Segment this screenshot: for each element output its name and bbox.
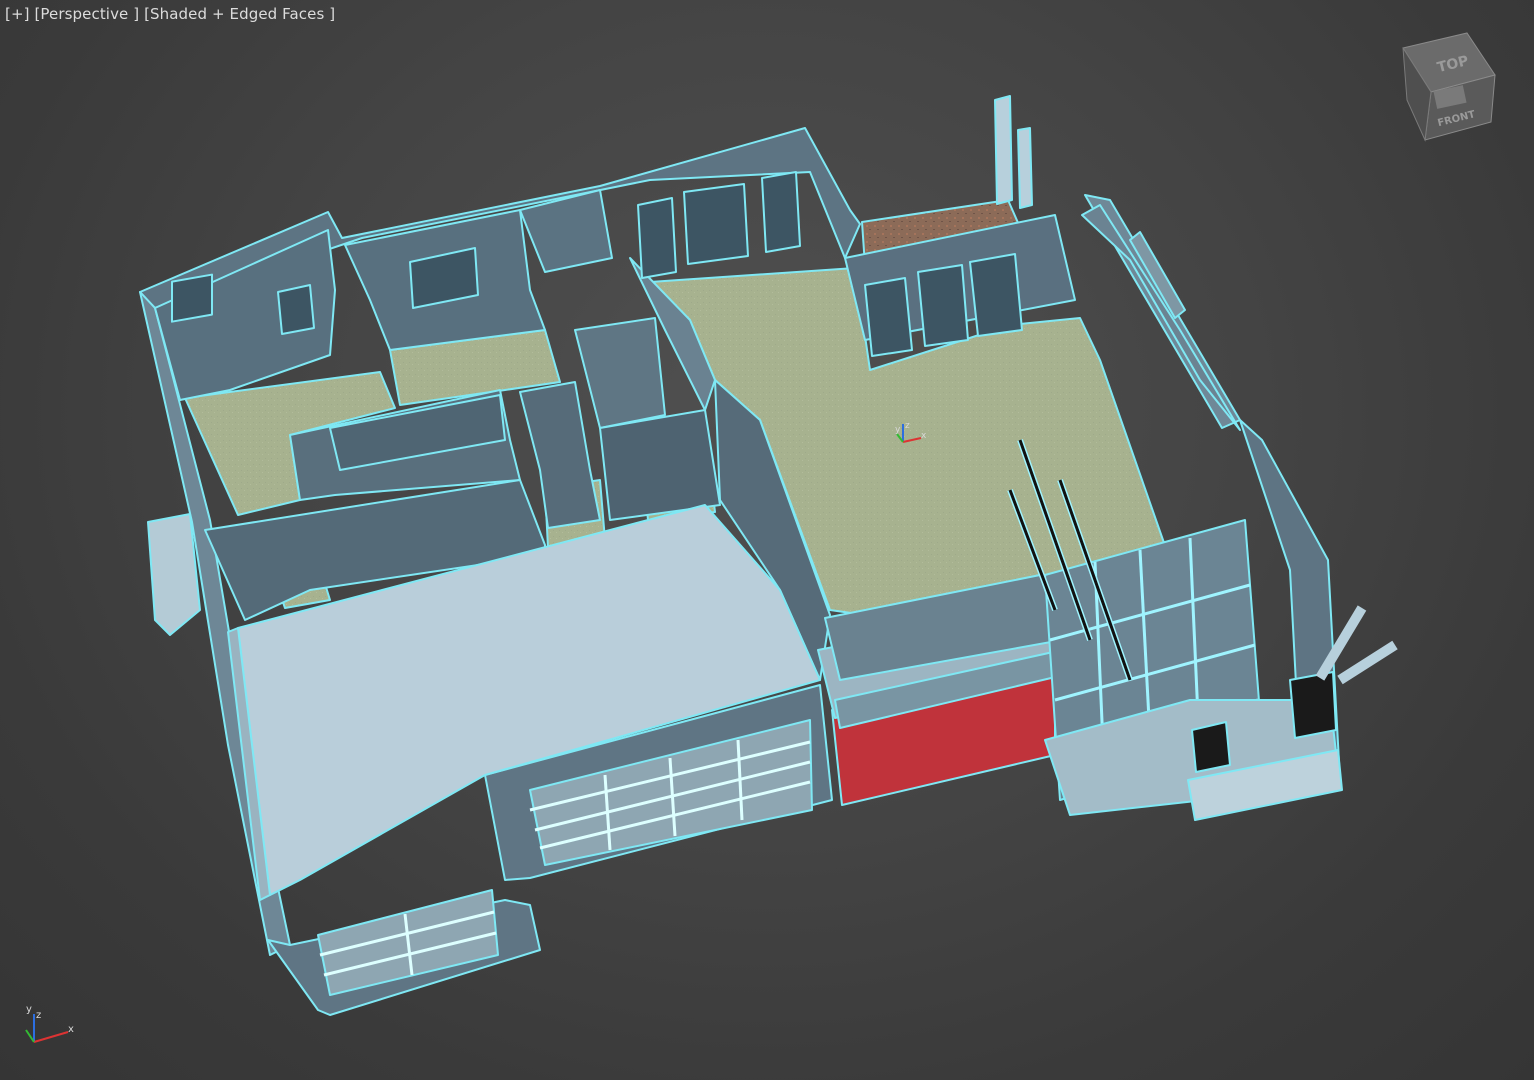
viewport-shading-menu[interactable]: [Shaded + Edged Faces ] <box>144 5 335 23</box>
axis-x-label: x <box>68 1024 74 1035</box>
viewcube[interactable]: TOP FRONT <box>1395 30 1505 145</box>
bath-wall <box>574 317 666 429</box>
viewport-plus-menu[interactable]: [+] <box>5 5 30 23</box>
house-model <box>139 95 1398 1016</box>
axis-z-label: z <box>36 1010 41 1021</box>
axis-y-label: y <box>26 1004 32 1015</box>
pivot-z-label: z <box>905 421 910 431</box>
viewport-label-menu[interactable]: [+] [Perspective ] [Shaded + Edged Faces… <box>5 5 335 23</box>
lamp-post-1 <box>1191 721 1231 773</box>
house-model-scene[interactable] <box>0 0 1534 1080</box>
pivot-y-label: y <box>895 425 901 435</box>
hall-wall <box>519 381 601 529</box>
pivot-x-label: x <box>921 431 927 441</box>
viewport-view-menu[interactable]: [Perspective ] <box>34 5 139 23</box>
world-axis-tripod: z x y <box>25 1004 74 1043</box>
chimney-1 <box>994 95 1013 205</box>
lamp-post-2 <box>1289 671 1337 739</box>
pivot-gizmo: z x y <box>895 421 927 443</box>
ac-unit <box>147 513 201 636</box>
lamp-pole-2 <box>1337 640 1398 685</box>
chimney-2 <box>1017 127 1033 209</box>
stair-wall <box>599 409 721 521</box>
perspective-viewport[interactable]: z x y [+] [Perspective ] [Shaded + Edged… <box>0 0 1534 1080</box>
